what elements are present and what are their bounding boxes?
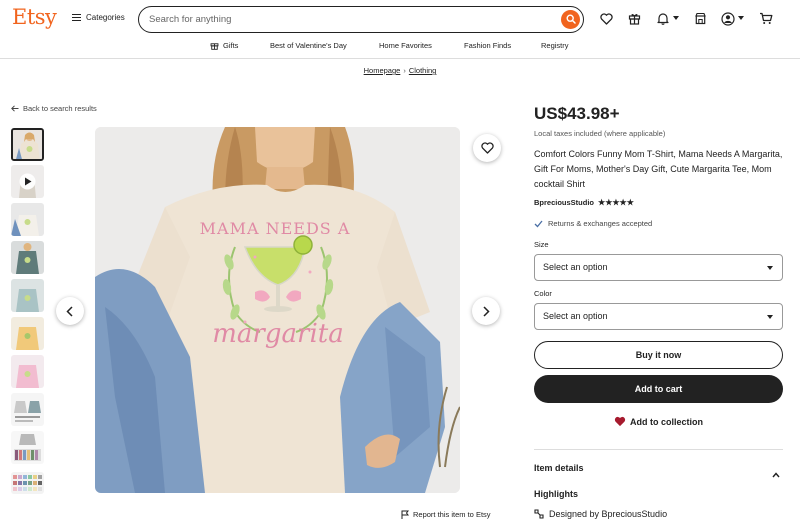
nav-gifts[interactable]: Gifts	[210, 41, 238, 50]
previous-image-button[interactable]	[56, 297, 84, 325]
heart-filled-icon	[614, 416, 626, 427]
report-label: Report this item to Etsy	[413, 510, 491, 519]
search-bar	[138, 6, 584, 33]
section-divider	[534, 449, 783, 450]
thumbnail-10[interactable]	[11, 472, 44, 494]
thumbnail-3[interactable]	[11, 203, 44, 236]
chevron-down-icon[interactable]	[673, 16, 679, 20]
breadcrumb-separator: ›	[403, 66, 406, 75]
dropdown-arrow-icon	[767, 315, 773, 319]
breadcrumb-homepage[interactable]: Homepage	[364, 66, 401, 75]
checkmark-icon	[534, 220, 543, 227]
arrow-left-icon	[11, 105, 19, 112]
buy-now-button[interactable]: Buy it now	[534, 341, 783, 369]
color-select[interactable]: Select an option	[534, 303, 783, 330]
breadcrumb: Homepage › Clothing	[0, 66, 800, 75]
thumbnail-6[interactable]	[11, 317, 44, 350]
heart-icon	[480, 142, 494, 154]
add-to-collection-button[interactable]: Add to collection	[534, 416, 783, 427]
category-nav: Gifts Best of Valentine's Day Home Favor…	[0, 40, 800, 54]
gift-icon	[210, 43, 219, 50]
report-item-link[interactable]: Report this item to Etsy	[401, 510, 491, 519]
color-select-value: Select an option	[543, 311, 608, 321]
nav-home-favorites[interactable]: Home Favorites	[379, 41, 432, 50]
breadcrumb-clothing[interactable]: Clothing	[409, 66, 437, 75]
size-select-value: Select an option	[543, 262, 608, 272]
item-details-header[interactable]: Item details	[534, 463, 584, 473]
gift-icon[interactable]	[627, 11, 642, 26]
favorites-heart-icon[interactable]	[599, 11, 614, 26]
search-icon	[565, 14, 576, 24]
notifications-bell-icon[interactable]	[655, 11, 670, 26]
back-link-label: Back to search results	[23, 104, 97, 113]
thumbnail-8[interactable]	[11, 393, 44, 426]
thumbnail-5[interactable]	[11, 279, 44, 312]
search-input[interactable]	[149, 12, 549, 27]
highlights-heading: Highlights	[534, 489, 578, 499]
chevron-left-icon	[66, 305, 73, 317]
categories-menu[interactable]: Categories	[72, 13, 125, 22]
nav-gifts-label: Gifts	[223, 41, 239, 50]
add-to-cart-button[interactable]: Add to cart	[534, 375, 783, 403]
color-label: Color	[534, 289, 552, 298]
chevron-down-icon[interactable]	[738, 16, 744, 20]
returns-label: Returns & exchanges accepted	[548, 219, 653, 228]
nav-valentines[interactable]: Best of Valentine's Day	[270, 41, 347, 50]
seller-info: BpreciousStudio ★★★★★	[534, 198, 634, 207]
size-select[interactable]: Select an option	[534, 254, 783, 281]
returns-info: Returns & exchanges accepted	[534, 219, 652, 228]
shop-manager-icon[interactable]	[693, 11, 708, 26]
size-label: Size	[534, 240, 549, 249]
etsy-logo[interactable]: Etsy	[12, 5, 57, 29]
favorite-button[interactable]	[473, 134, 501, 162]
designed-by-label: Designed by BpreciousStudio	[549, 509, 668, 519]
product-photo: MAMA NEEDS A margarita	[95, 127, 460, 493]
nav-fashion-finds[interactable]: Fashion Finds	[464, 41, 511, 50]
tax-note: Local taxes included (where applicable)	[534, 129, 666, 138]
flag-icon	[401, 510, 409, 519]
thumbnail-1[interactable]	[11, 128, 44, 161]
account-avatar-icon[interactable]	[720, 11, 735, 26]
chevron-up-icon[interactable]	[772, 465, 780, 483]
next-image-button[interactable]	[472, 297, 500, 325]
dropdown-arrow-icon	[767, 266, 773, 270]
back-to-results-link[interactable]: Back to search results	[11, 104, 97, 113]
product-title: Comfort Colors Funny Mom T-Shirt, Mama N…	[534, 149, 783, 189]
header-divider	[0, 58, 800, 59]
chevron-right-icon	[483, 305, 490, 317]
cart-icon[interactable]	[758, 11, 773, 26]
site-header: Etsy Categories	[0, 0, 800, 37]
thumbnail-9[interactable]	[11, 431, 44, 464]
shirt-text-top: MAMA NEEDS A	[200, 219, 351, 238]
categories-label: Categories	[86, 13, 125, 22]
thumbnail-7[interactable]	[11, 355, 44, 388]
design-tool-icon	[534, 509, 544, 519]
product-main-image[interactable]: MAMA NEEDS A margarita	[95, 127, 460, 493]
nav-registry[interactable]: Registry	[541, 41, 569, 50]
search-button[interactable]	[561, 9, 580, 29]
thumbnail-video[interactable]	[11, 165, 44, 198]
product-price: US$43.98+	[534, 104, 620, 123]
add-to-collection-label: Add to collection	[630, 416, 703, 427]
hamburger-icon	[72, 14, 81, 21]
seller-name[interactable]: BpreciousStudio	[534, 198, 594, 207]
thumbnail-4[interactable]	[11, 241, 44, 274]
shirt-text-bottom: margarita	[212, 319, 343, 349]
designed-by: Designed by BpreciousStudio	[534, 509, 667, 519]
star-rating[interactable]: ★★★★★	[598, 198, 634, 207]
